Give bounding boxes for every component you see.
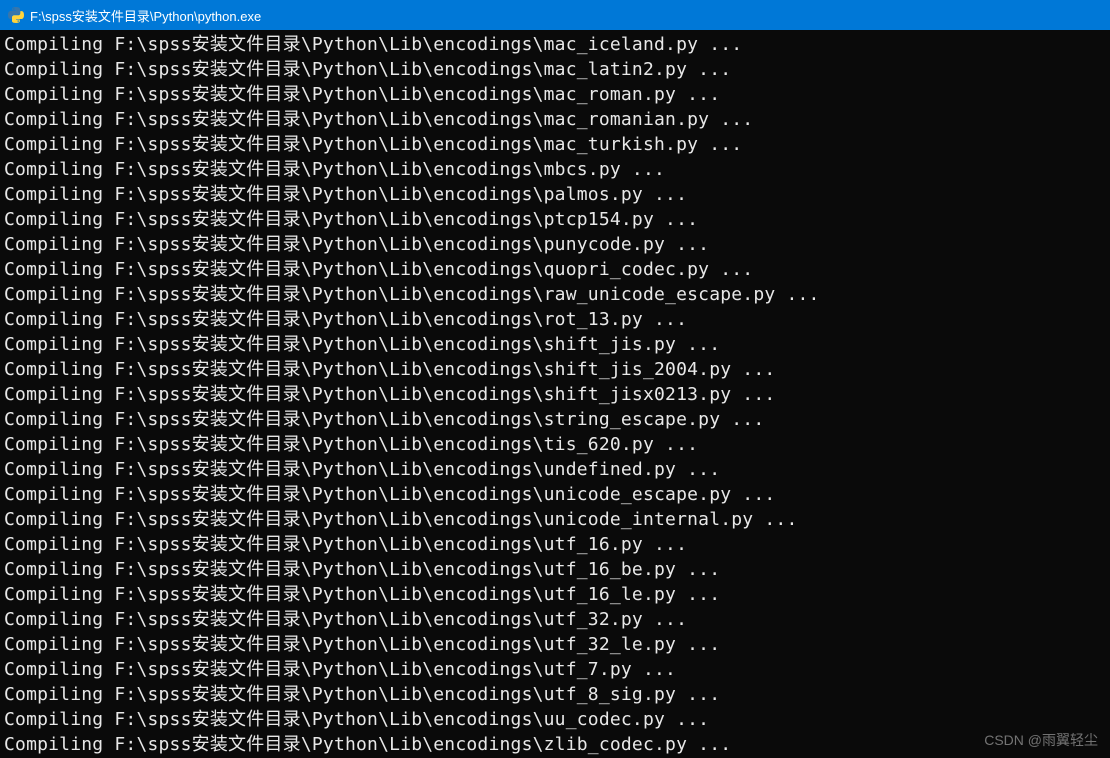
console-line: Compiling F:\spss安装文件目录\Python\Lib\encod… [4,357,1106,382]
console-line: Compiling F:\spss安装文件目录\Python\Lib\encod… [4,432,1106,457]
console-line: Compiling F:\spss安装文件目录\Python\Lib\encod… [4,507,1106,532]
console-line: Compiling F:\spss安装文件目录\Python\Lib\encod… [4,282,1106,307]
console-line: Compiling F:\spss安装文件目录\Python\Lib\encod… [4,132,1106,157]
console-line: Compiling F:\spss安装文件目录\Python\Lib\encod… [4,157,1106,182]
console-line: Compiling F:\spss安装文件目录\Python\Lib\encod… [4,632,1106,657]
console-line: Compiling F:\spss安装文件目录\Python\Lib\encod… [4,407,1106,432]
console-line: Compiling F:\spss安装文件目录\Python\Lib\encod… [4,182,1106,207]
console-line: Compiling F:\spss安装文件目录\Python\Lib\encod… [4,57,1106,82]
console-line: Compiling F:\spss安装文件目录\Python\Lib\encod… [4,82,1106,107]
console-line: Compiling F:\spss安装文件目录\Python\Lib\encod… [4,207,1106,232]
console-line: Compiling F:\spss安装文件目录\Python\Lib\encod… [4,557,1106,582]
python-icon [8,7,24,23]
console-line: Compiling F:\spss安装文件目录\Python\Lib\encod… [4,107,1106,132]
console-line: Compiling F:\spss安装文件目录\Python\Lib\encod… [4,307,1106,332]
console-line: Compiling F:\spss安装文件目录\Python\Lib\encod… [4,257,1106,282]
console-output[interactable]: Compiling F:\spss安装文件目录\Python\Lib\encod… [0,30,1110,758]
window-title: F:\spss安装文件目录\Python\python.exe [30,6,261,25]
console-line: Compiling F:\spss安装文件目录\Python\Lib\encod… [4,582,1106,607]
console-line: Compiling F:\spss安装文件目录\Python\Lib\encod… [4,482,1106,507]
console-line: Compiling F:\spss安装文件目录\Python\Lib\encod… [4,232,1106,257]
console-line: Compiling F:\spss安装文件目录\Python\Lib\encod… [4,682,1106,707]
console-line: Compiling F:\spss安装文件目录\Python\Lib\encod… [4,732,1106,757]
console-line: Compiling F:\spss安装文件目录\Python\Lib\encod… [4,707,1106,732]
console-line: Compiling F:\spss安装文件目录\Python\Lib\encod… [4,532,1106,557]
console-line: Compiling F:\spss安装文件目录\Python\Lib\encod… [4,32,1106,57]
console-line: Compiling F:\spss安装文件目录\Python\Lib\encod… [4,332,1106,357]
console-line: Compiling F:\spss安装文件目录\Python\Lib\encod… [4,457,1106,482]
console-line: Compiling F:\spss安装文件目录\Python\Lib\encod… [4,382,1106,407]
console-line: Compiling F:\spss安装文件目录\Python\Lib\encod… [4,657,1106,682]
console-line: Compiling F:\spss安装文件目录\Python\Lib\encod… [4,607,1106,632]
title-bar[interactable]: F:\spss安装文件目录\Python\python.exe [0,0,1110,30]
